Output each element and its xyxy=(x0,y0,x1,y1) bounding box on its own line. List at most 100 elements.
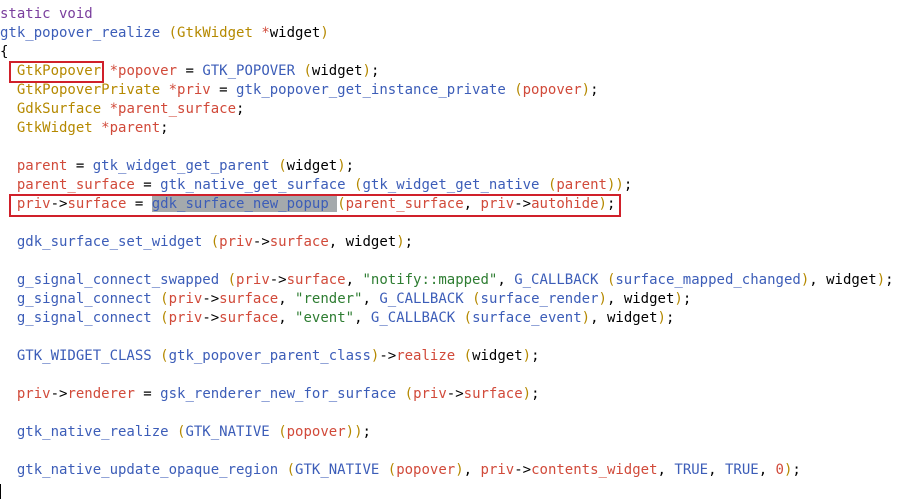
code-token: G_CALLBACK xyxy=(379,291,464,307)
code-token: , xyxy=(362,291,380,307)
code-token: ( xyxy=(463,310,473,326)
code-token: ) xyxy=(615,177,624,193)
code-token: ( xyxy=(387,462,397,478)
code-token: GtkPopover xyxy=(16,63,102,79)
code-area[interactable]: static void gtk_popover_realize (GtkWidge… xyxy=(0,5,894,480)
code-line: GtkPopoverPrivate *priv = gtk_popover_ge… xyxy=(0,81,894,100)
code-token: = xyxy=(134,386,161,402)
code-token: * xyxy=(92,120,110,136)
code-token: ; xyxy=(792,462,801,478)
code-token: ) xyxy=(362,63,371,79)
code-token: ) xyxy=(522,386,532,402)
code-token: , xyxy=(657,462,675,478)
code-token: widget xyxy=(623,291,675,307)
code-token: GTK_POPOVER xyxy=(202,63,296,79)
code-token: -> xyxy=(50,196,68,212)
code-token: GtkWidget xyxy=(177,25,253,41)
code-token: GTK_NATIVE xyxy=(185,424,270,440)
code-token: , xyxy=(463,196,481,212)
code-token: GTK_WIDGET_CLASS xyxy=(16,348,152,364)
code-token: widget xyxy=(826,272,877,288)
code-line: GdkSurface *parent_surface; xyxy=(0,100,894,119)
code-token: ( xyxy=(168,25,178,41)
code-token: g_signal_connect_swapped xyxy=(16,272,220,288)
code-token: ( xyxy=(160,310,169,326)
code-token: ) xyxy=(337,158,346,174)
code-token: ( xyxy=(303,63,312,79)
code-line: g_signal_connect (priv->surface, "render… xyxy=(0,290,894,309)
code-token: , xyxy=(328,234,346,250)
code-token: ; xyxy=(345,158,355,174)
code-line: priv->surface = gdk_surface_new_popup (p… xyxy=(0,195,894,214)
code-token: static void xyxy=(0,6,93,22)
code-token: G_CALLBACK xyxy=(514,272,599,288)
code-token: ( xyxy=(472,291,481,307)
code-token: -> xyxy=(514,462,532,478)
code-token: -> xyxy=(202,310,220,326)
code-token: surface xyxy=(269,234,329,250)
code-token: ; xyxy=(606,196,616,212)
code-line: { xyxy=(0,43,894,62)
code-line: g_signal_connect_swapped (priv->surface,… xyxy=(0,271,894,290)
code-editor[interactable]: static void gtk_popover_realize (GtkWidge… xyxy=(0,0,905,501)
code-token: ( xyxy=(463,348,473,364)
code-token: , xyxy=(758,462,776,478)
code-token: ) xyxy=(320,25,329,41)
code-token: surface_event xyxy=(472,310,582,326)
code-token: , xyxy=(497,272,515,288)
code-line: gtk_native_update_opaque_region (GTK_NAT… xyxy=(0,461,894,480)
code-token: ) xyxy=(354,424,363,440)
code-token: popover xyxy=(522,82,582,98)
code-token: priv xyxy=(177,82,211,98)
code-token: surface xyxy=(67,196,127,212)
code-token: parent_surface xyxy=(118,101,237,117)
code-token: ) xyxy=(657,310,666,326)
code-token: ) xyxy=(581,310,591,326)
code-token: , xyxy=(809,272,827,288)
code-token: = xyxy=(67,158,93,174)
code-token: , xyxy=(606,291,624,307)
code-token: popover xyxy=(118,63,178,79)
code-token: ) xyxy=(581,82,591,98)
code-token: gtk_native_get_surface xyxy=(160,177,346,193)
code-token: ( xyxy=(160,348,169,364)
code-token: surface xyxy=(219,310,279,326)
code-token: -> xyxy=(446,386,464,402)
code-token: widget xyxy=(311,63,363,79)
code-token: ; xyxy=(404,234,414,250)
code-token: ; xyxy=(236,101,245,117)
code-token: , xyxy=(590,310,607,326)
code-token: widget xyxy=(472,348,523,364)
code-token: ( xyxy=(278,424,287,440)
code-token: priv xyxy=(16,386,51,402)
code-line: gtk_native_realize (GTK_NATIVE (popover)… xyxy=(0,423,894,442)
code-token: TRUE xyxy=(724,462,759,478)
code-token: ) xyxy=(522,348,532,364)
code-token: ( xyxy=(404,386,414,402)
code-token: gtk_native_update_opaque_region xyxy=(16,462,279,478)
code-token: popover xyxy=(286,424,346,440)
code-token: , xyxy=(345,272,363,288)
code-line: gtk_popover_realize (GtkWidget *widget) xyxy=(0,24,894,43)
